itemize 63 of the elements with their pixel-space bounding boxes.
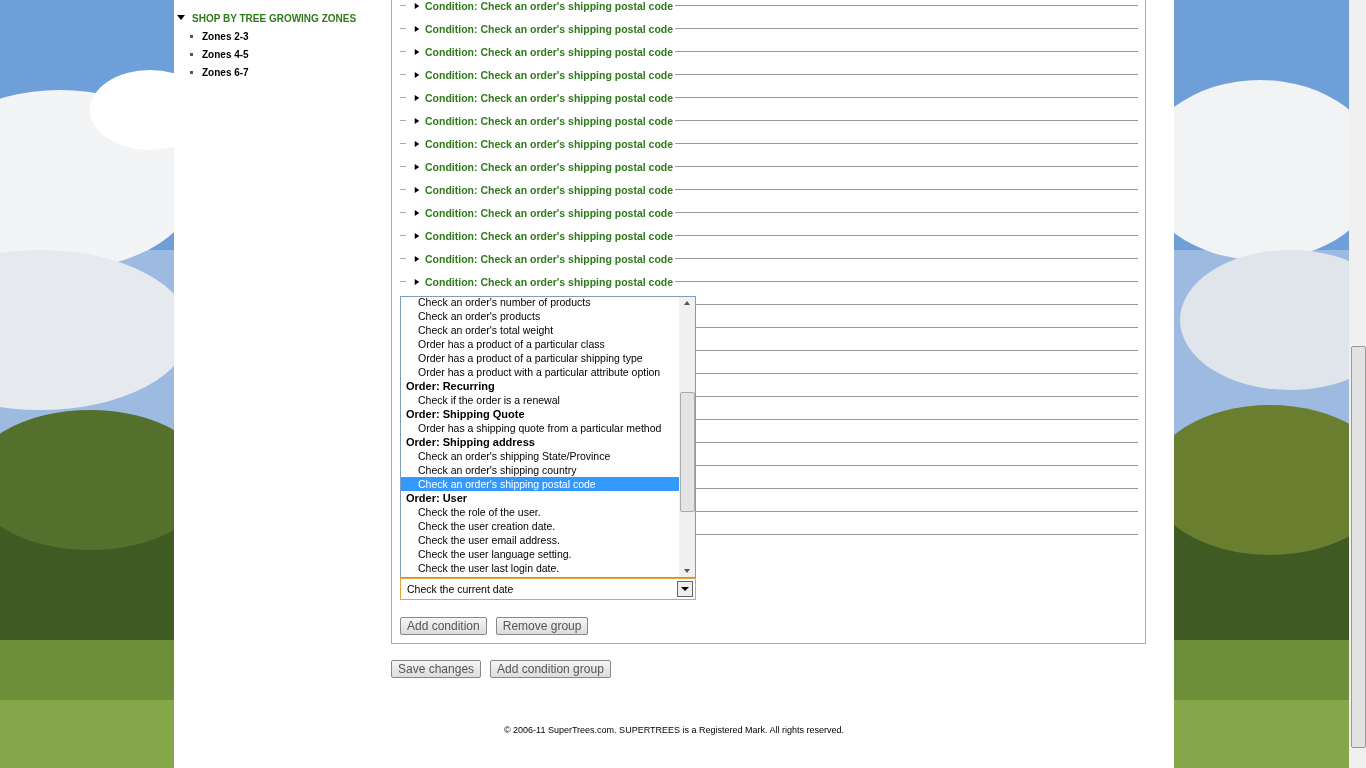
triangle-icon[interactable]	[414, 254, 420, 263]
bullet-icon	[190, 70, 193, 74]
condition-legend[interactable]: Condition: Check an order's shipping postal code	[425, 22, 674, 35]
list-option[interactable]: Order has a shipping quote from a particular method	[401, 421, 679, 435]
list-option[interactable]: Check an order's products	[401, 309, 679, 323]
triangle-icon[interactable]	[414, 1, 420, 10]
triangle-icon[interactable]	[414, 24, 420, 33]
sidebar-link[interactable]: Zones 2-3	[202, 30, 249, 42]
group-button[interactable]: Remove group	[495, 617, 589, 635]
list-option[interactable]: Check the user creation date.	[401, 519, 679, 533]
triangle-icon[interactable]	[414, 185, 420, 194]
sidebar-heading[interactable]: SHOP BY TREE GROWING ZONES	[192, 12, 357, 24]
triangle-icon[interactable]	[414, 93, 420, 102]
list-scrollbar[interactable]	[679, 297, 695, 577]
triangle-icon[interactable]	[414, 208, 420, 217]
group-button[interactable]: Add condition	[400, 617, 487, 635]
condition-legend[interactable]: Condition: Check an order's shipping postal code	[425, 45, 674, 58]
list-option[interactable]: Check an order's number of products	[401, 297, 679, 309]
form-button[interactable]: Add condition group	[490, 660, 611, 678]
condition-legend[interactable]: Condition: Check an order's shipping postal code	[425, 252, 674, 265]
list-option[interactable]: Check the user language setting.	[401, 547, 679, 561]
scroll-down-icon[interactable]	[683, 567, 691, 575]
triangle-icon[interactable]	[414, 277, 420, 286]
scroll-up-icon[interactable]	[683, 299, 691, 307]
triangle-icon[interactable]	[414, 116, 420, 125]
condition-select[interactable]: Check the current date	[400, 578, 696, 600]
list-option[interactable]: Check the user last login date.	[401, 561, 679, 575]
list-option[interactable]: Check the role of the user.	[401, 505, 679, 519]
condition-legend[interactable]: Condition: Check an order's shipping postal code	[425, 114, 674, 127]
list-option[interactable]: Order has a product of a particular shipping type	[401, 351, 679, 365]
bullet-icon	[190, 34, 193, 38]
condition-legend[interactable]: Condition: Check an order's shipping postal code	[425, 160, 674, 173]
condition-legend[interactable]: Condition: Check an order's shipping postal code	[425, 91, 674, 104]
condition-legend[interactable]: Condition: Check an order's shipping postal code	[425, 183, 674, 196]
list-option[interactable]: Check the user email address.	[401, 533, 679, 547]
condition-legend[interactable]: Condition: Check an order's shipping postal code	[425, 137, 674, 150]
form-button[interactable]: Save changes	[391, 660, 482, 678]
triangle-icon[interactable]	[414, 47, 420, 56]
sidebar-link[interactable]: Zones 6-7	[202, 66, 249, 78]
list-option[interactable]: Check an order's total weight	[401, 323, 679, 337]
list-option[interactable]: Check if the order is a renewal	[401, 393, 679, 407]
condition-legend[interactable]: Condition: Check an order's shipping postal code	[425, 229, 674, 242]
bullet-icon	[190, 52, 193, 56]
option-group-label: Order: User	[405, 491, 469, 505]
page-scrollbar[interactable]	[1349, 0, 1366, 768]
list-option[interactable]: Order has a product with a particular attribute option	[401, 365, 679, 379]
list-option[interactable]: Check an order's shipping State/Province	[401, 449, 679, 463]
list-option[interactable]: Order has a product of a particular class	[401, 337, 679, 351]
triangle-icon[interactable]	[414, 162, 420, 171]
sidebar-link[interactable]: Zones 4-5	[202, 48, 249, 60]
option-group-label: Order: Shipping address	[405, 435, 536, 449]
condition-legend[interactable]: Condition: Check an order's shipping postal code	[425, 206, 674, 219]
option-group-label: Order: Shipping Quote	[405, 407, 526, 421]
triangle-icon[interactable]	[414, 70, 420, 79]
triangle-icon[interactable]	[414, 139, 420, 148]
triangle-icon[interactable]	[414, 231, 420, 240]
condition-legend[interactable]: Condition: Check an order's shipping postal code	[425, 275, 674, 288]
condition-legend[interactable]: Condition: Check an order's shipping postal code	[425, 68, 674, 81]
option-group-label: Order: Recurring	[405, 379, 496, 393]
list-option[interactable]: Check an order's shipping country	[401, 463, 679, 477]
select-value: Check the current date	[407, 583, 514, 595]
condition-legend[interactable]: Condition: Check an order's shipping postal code	[425, 0, 674, 12]
footer-text: © 2006-11 SuperTrees.com. SUPERTREES is a Registered Mark. All rights reserved.	[502, 725, 846, 735]
